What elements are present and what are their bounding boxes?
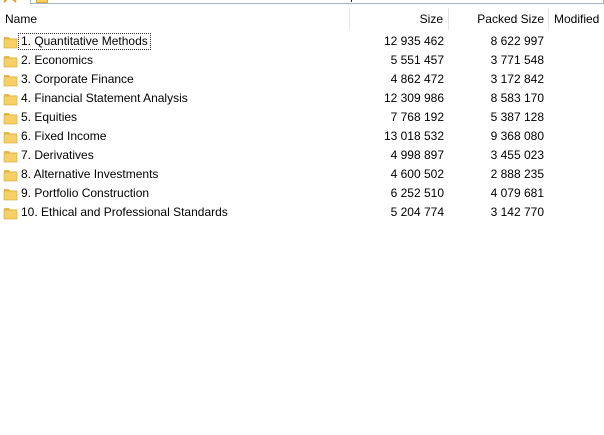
file-name: 4. Financial Statement Analysis [21,91,188,105]
folder-icon [3,37,18,49]
file-size: 6 252 510 [390,186,444,200]
file-packed-size: 4 079 681 [490,186,544,200]
list-item[interactable]: 8. Alternative Investments 4 600 502 2 888… [0,165,604,184]
folder-icon [3,75,18,87]
file-name: 3. Corporate Finance [21,72,134,86]
column-modified-header[interactable]: Modified [554,8,604,30]
file-packed-size: 2 888 235 [490,167,544,181]
column-separator[interactable] [548,8,549,30]
file-size: 4 600 502 [390,167,444,181]
file-name: 9. Portfolio Construction [21,186,150,200]
list-item[interactable]: 6. Fixed Income 13 018 532 9 368 080 [0,127,604,146]
list-item[interactable]: 4. Financial Statement Analysis 12 309 98… [0,89,604,108]
folder-icon [3,208,18,220]
list-item[interactable]: 5. Equities 7 768 192 5 387 128 [0,108,604,127]
column-packed-size-header[interactable]: Packed Size [449,8,544,30]
list-item[interactable]: 7. Derivatives 4 998 897 3 455 023 [0,146,604,165]
text-caret [351,0,352,2]
file-packed-size: 3 142 770 [490,205,544,219]
file-name: 5. Equities [21,110,78,124]
file-size: 4 998 897 [390,148,444,162]
file-name: 8. Alternative Investments [21,167,159,181]
file-name: 1. Quantitative Methods [18,33,151,50]
list-item[interactable]: 9. Portfolio Construction 6 252 510 4 079 … [0,184,604,203]
path-folder-icon [36,0,48,3]
list-item[interactable]: 2. Economics 5 551 457 3 771 548 [0,51,604,70]
folder-icon [3,56,18,68]
file-packed-size: 8 583 170 [490,91,544,105]
file-name: 10. Ethical and Professional Standards [21,205,228,219]
file-size: 13 018 532 [383,129,444,143]
folder-icon [3,94,18,106]
file-packed-size: 3 172 842 [490,72,544,86]
list-item[interactable]: 1. Quantitative Methods 12 935 462 8 622 9… [0,32,604,51]
file-list: 1. Quantitative Methods 12 935 462 8 622 9… [0,32,604,222]
folder-icon [3,132,18,144]
file-packed-size: 3 455 023 [490,148,544,162]
file-size: 5 204 774 [390,205,444,219]
column-size-header[interactable]: Size [350,8,444,30]
file-packed-size: 8 622 997 [490,34,544,48]
list-item[interactable]: 3. Corporate Finance 4 862 472 3 172 842 [0,70,604,89]
file-size: 12 935 462 [383,34,444,48]
path-input[interactable] [30,0,604,4]
file-packed-size: 3 771 548 [490,53,544,67]
file-name: 7. Derivatives [21,148,94,162]
file-packed-size: 5 387 128 [490,110,544,124]
folder-icon [3,189,18,201]
folder-icon [3,151,18,163]
file-size: 4 862 472 [390,72,444,86]
file-size: 5 551 457 [390,53,444,67]
folder-icon [3,113,18,125]
up-arrow-icon[interactable] [2,0,18,3]
column-name-header[interactable]: Name [5,8,349,30]
file-size: 7 768 192 [390,110,444,124]
column-header: Name Size Packed Size Modified [0,8,604,30]
file-name: 2. Economics [21,53,94,67]
list-item[interactable]: 10. Ethical and Professional Standards 5 … [0,203,604,222]
file-name: 6. Fixed Income [21,129,107,143]
file-packed-size: 9 368 080 [490,129,544,143]
file-size: 12 309 986 [383,91,444,105]
folder-icon [3,170,18,182]
address-bar-strip [0,0,604,5]
